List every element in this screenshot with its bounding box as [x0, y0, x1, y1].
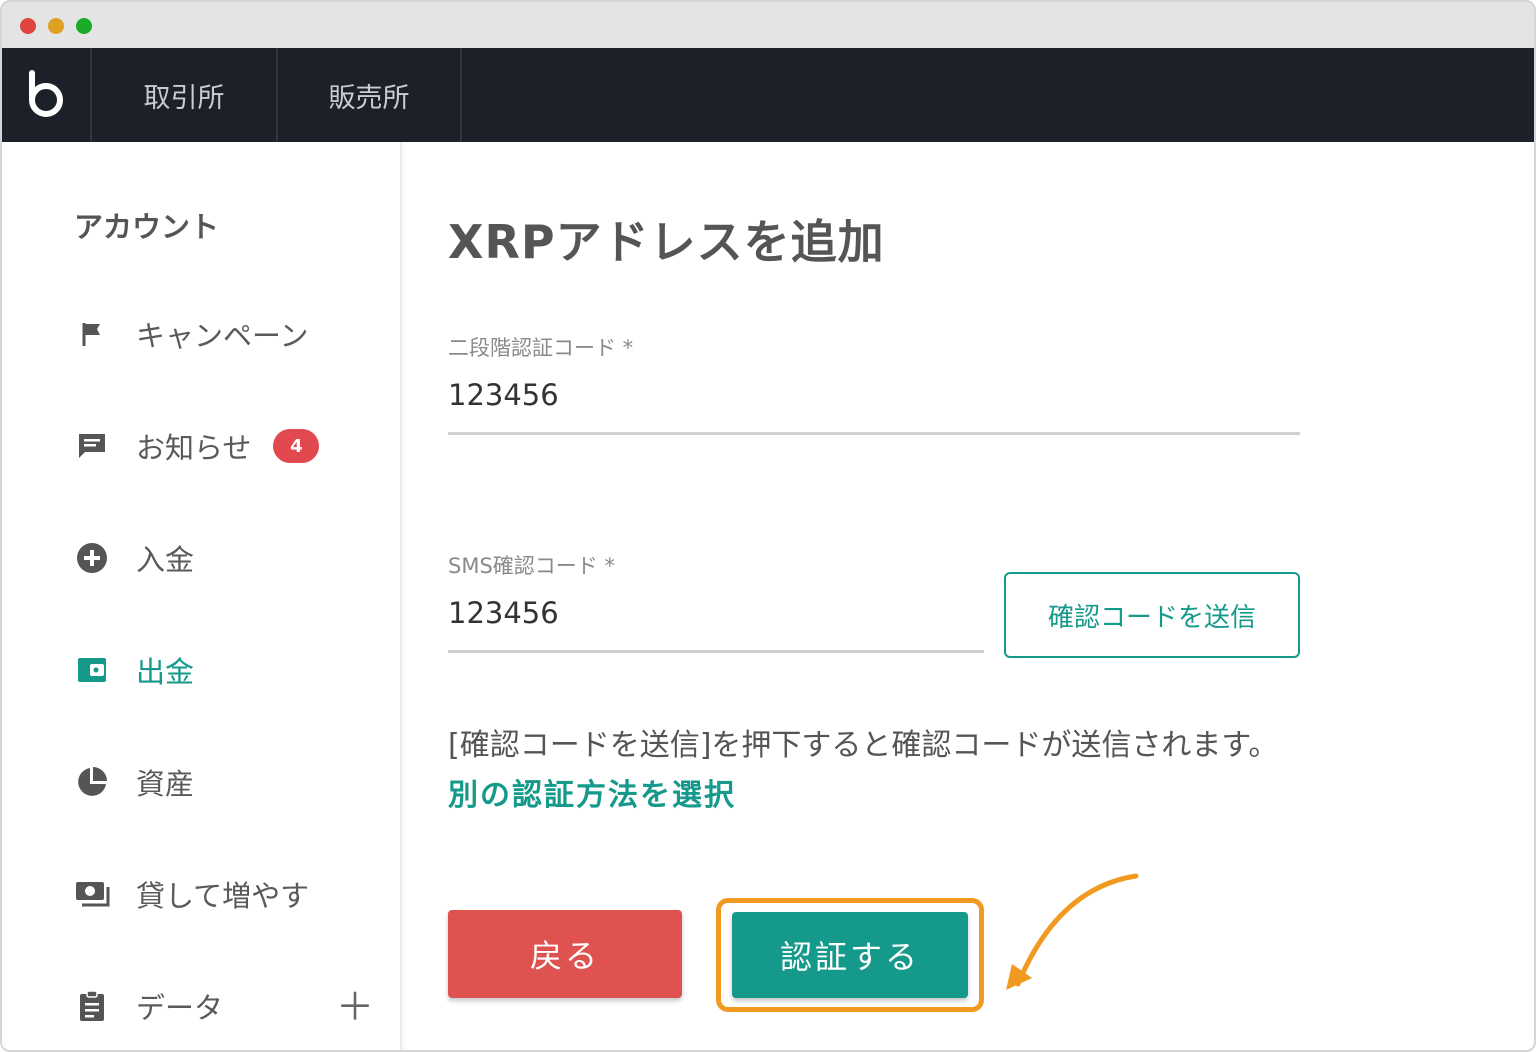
browser-window: 取引所 販売所 アカウント キャンペーン お知らせ 4 入金 出金 資産 貸して… [0, 0, 1536, 1052]
alternative-auth-link[interactable]: 別の認証方法を選択 [448, 770, 736, 814]
top-navigation: 取引所 販売所 [2, 48, 1534, 142]
sidebar-item-withdraw[interactable]: 出金 [74, 648, 194, 692]
sidebar-item-campaign[interactable]: キャンペーン [74, 312, 309, 356]
tab-broker[interactable]: 販売所 [276, 48, 462, 142]
sidebar-item-news[interactable]: お知らせ 4 [74, 424, 320, 468]
bitbank-logo-icon[interactable] [2, 48, 90, 142]
sidebar-title: アカウント [74, 210, 220, 244]
sidebar: アカウント キャンペーン お知らせ 4 入金 出金 資産 貸して増やす データ … [2, 142, 402, 1050]
maximize-window-button[interactable] [76, 18, 92, 34]
two-factor-code-input[interactable] [448, 378, 1300, 435]
sidebar-item-deposit[interactable]: 入金 [74, 536, 194, 580]
sidebar-item-label: 資産 [136, 767, 195, 801]
minimize-window-button[interactable] [48, 18, 64, 34]
plus-circle-icon [74, 540, 110, 576]
sidebar-item-label: データ [136, 991, 224, 1025]
sidebar-item-data[interactable]: データ [74, 984, 223, 1028]
expand-data-button[interactable]: ＋ [336, 988, 374, 1026]
authenticate-button[interactable]: 認証する [732, 912, 968, 998]
two-factor-label: 二段階認証コード * [448, 336, 634, 360]
main-content: XRPアドレスを追加 二段階認証コード * SMS確認コード * 確認コードを送… [448, 142, 1508, 1050]
sidebar-item-assets[interactable]: 資産 [74, 760, 194, 804]
back-button[interactable]: 戻る [448, 910, 682, 998]
money-icon [74, 876, 110, 912]
sidebar-item-label: キャンペーン [136, 319, 309, 353]
page-title: XRPアドレスを追加 [448, 215, 885, 269]
sidebar-item-label: お知らせ [136, 431, 252, 465]
clipboard-icon [74, 988, 110, 1024]
sms-code-input[interactable] [448, 596, 984, 653]
pie-chart-icon [74, 764, 110, 800]
send-code-info-text: [確認コードを送信]を押下すると確認コードが送信されます。 [448, 728, 1279, 763]
sidebar-item-label: 出金 [136, 655, 195, 689]
send-code-button[interactable]: 確認コードを送信 [1004, 572, 1300, 658]
sidebar-item-label: 入金 [136, 543, 195, 577]
sms-code-label: SMS確認コード * [448, 554, 615, 578]
close-window-button[interactable] [20, 18, 36, 34]
tab-exchange-label: 取引所 [143, 82, 225, 114]
flag-icon [74, 316, 110, 352]
tab-exchange[interactable]: 取引所 [90, 48, 276, 142]
wallet-icon [74, 652, 110, 688]
window-titlebar [2, 2, 1534, 48]
pointer-arrow-icon [1006, 873, 1139, 990]
message-icon [74, 428, 110, 464]
tab-broker-label: 販売所 [328, 82, 410, 114]
notification-badge: 4 [273, 429, 320, 463]
sidebar-item-label: 貸して増やす [136, 879, 310, 913]
sidebar-item-lending[interactable]: 貸して増やす [74, 872, 309, 916]
